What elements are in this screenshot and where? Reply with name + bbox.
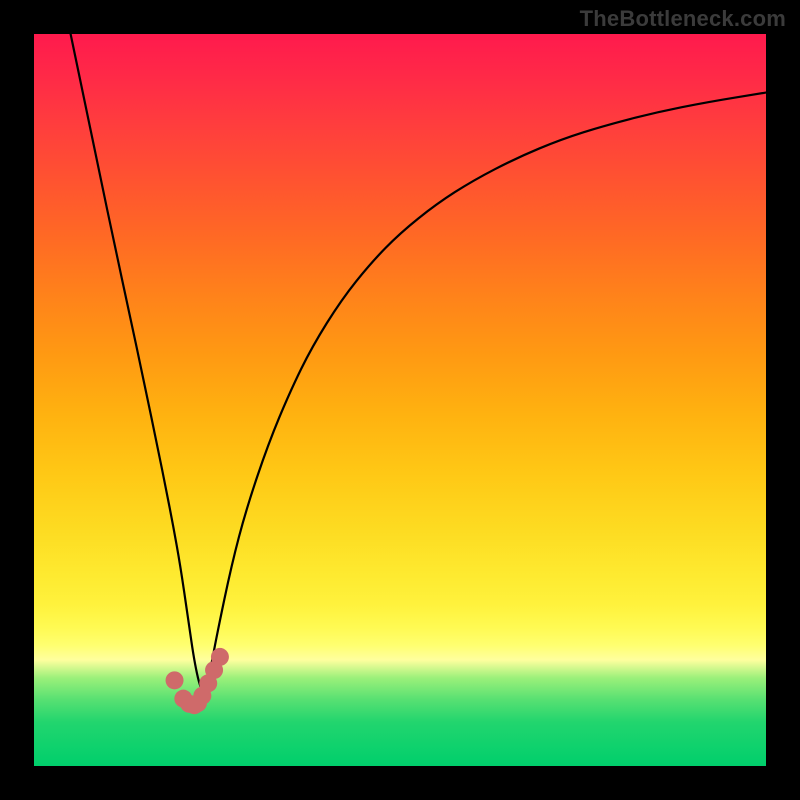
watermark-text: TheBottleneck.com [580,6,786,32]
marker-dot [211,648,229,666]
marker-dots [166,648,229,714]
bottleneck-curve [71,34,766,689]
marker-dot [166,671,184,689]
chart-svg [34,34,766,766]
chart-area [34,34,766,766]
